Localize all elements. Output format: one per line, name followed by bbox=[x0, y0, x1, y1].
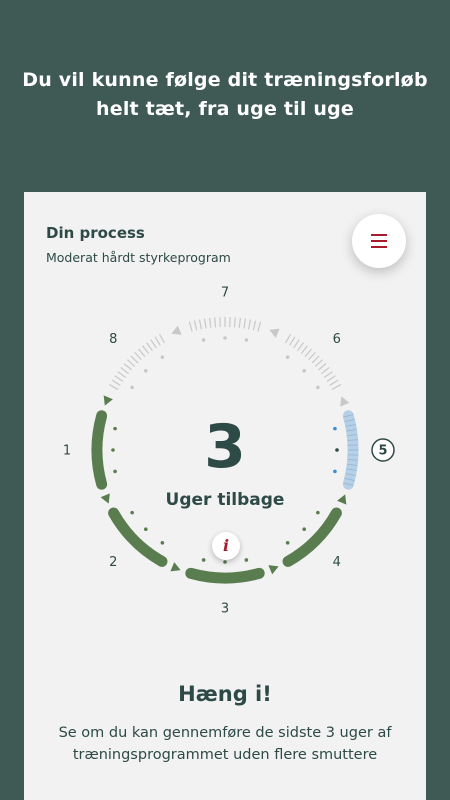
week-marker-arrow bbox=[171, 325, 182, 335]
week-segment-tick bbox=[293, 339, 300, 349]
week-segment-completed bbox=[185, 567, 265, 584]
headline-line-1: Du vil kunne følge dit træningsforløb bbox=[22, 69, 428, 91]
week-segment-completed bbox=[108, 507, 168, 567]
week-marker-arrow bbox=[170, 562, 181, 572]
day-dot bbox=[160, 355, 165, 359]
day-dot bbox=[302, 527, 306, 531]
headline-line-2: helt tæt, fra uge til uge bbox=[96, 98, 354, 120]
week-segment-tick bbox=[126, 359, 136, 367]
week-segment-tick bbox=[243, 318, 247, 329]
motivation-title: Hæng i! bbox=[178, 682, 272, 706]
week-segment-tick bbox=[304, 348, 312, 357]
week-segment-tick bbox=[248, 319, 252, 330]
week-segment-tick bbox=[326, 375, 336, 382]
weeks-left-label: Uger tilbage bbox=[165, 490, 285, 510]
day-dot bbox=[223, 560, 227, 564]
day-dot bbox=[201, 338, 206, 342]
week-segment-tick bbox=[123, 363, 132, 371]
week-segment-tick bbox=[209, 317, 212, 328]
day-dot bbox=[144, 369, 148, 373]
day-dot bbox=[144, 527, 148, 531]
week-segment-tick bbox=[138, 348, 146, 357]
week-label: 8 bbox=[109, 332, 117, 347]
day-dot bbox=[130, 510, 134, 515]
week-label: 6 bbox=[333, 332, 341, 347]
day-dot bbox=[302, 369, 306, 373]
week-segment-tick bbox=[285, 333, 292, 344]
week-segment-tick bbox=[318, 363, 327, 371]
day-dot bbox=[285, 541, 290, 545]
week-label: 4 bbox=[333, 555, 341, 570]
week-label: 7 bbox=[221, 286, 229, 301]
week-segment-tick bbox=[108, 383, 119, 390]
week-segment-tick bbox=[323, 371, 333, 378]
week-segment-completed bbox=[282, 507, 342, 567]
week-segment-tick bbox=[146, 342, 153, 352]
day-dot bbox=[160, 541, 165, 545]
day-dot bbox=[285, 355, 290, 359]
week-segment-tick bbox=[311, 355, 320, 364]
week-segment-tick bbox=[252, 320, 257, 331]
week-segment-tick bbox=[198, 319, 202, 330]
week-segment-tick bbox=[300, 345, 309, 354]
week-marker-arrow bbox=[340, 396, 350, 407]
week-segment-tick bbox=[158, 333, 165, 344]
weeks-left-number: 3 bbox=[204, 412, 246, 482]
week-label: 2 bbox=[109, 555, 117, 570]
day-dot bbox=[201, 558, 206, 562]
process-card: Din process Moderat hårdt styrkeprogram … bbox=[24, 192, 426, 800]
day-dot bbox=[130, 385, 134, 390]
week-segment-tick bbox=[141, 345, 150, 354]
week-marker-arrow bbox=[103, 395, 113, 406]
info-icon[interactable]: i bbox=[212, 532, 240, 560]
week-segment-tick bbox=[289, 336, 296, 346]
motivation-text: Se om du kan gennemføre de sidste 3 uger… bbox=[58, 725, 392, 763]
headline: Du vil kunne følge dit træningsforløb he… bbox=[0, 66, 450, 124]
week-segment-tick bbox=[238, 317, 241, 328]
week-segment-tick bbox=[321, 366, 330, 375]
week-segment-tick bbox=[111, 379, 121, 386]
week-marker-arrow bbox=[269, 328, 280, 338]
day-dot bbox=[223, 336, 227, 340]
day-dot bbox=[244, 338, 249, 342]
week-segment-tick bbox=[188, 321, 193, 332]
week-segment-tick bbox=[257, 321, 262, 332]
week-segment-tick bbox=[114, 375, 124, 382]
week-segment-tick bbox=[193, 320, 198, 331]
week-segment-tick bbox=[154, 336, 161, 346]
day-dot bbox=[244, 558, 249, 562]
week-segment-tick bbox=[314, 359, 324, 367]
day-dot bbox=[316, 385, 320, 390]
week-segment-tick bbox=[233, 317, 236, 328]
week-segment-tick bbox=[130, 355, 139, 364]
week-segment-tick bbox=[120, 366, 129, 375]
week-marker-arrow bbox=[268, 565, 279, 575]
week-segment-tick bbox=[331, 383, 342, 390]
day-dot bbox=[316, 510, 320, 515]
week-segment-tick bbox=[150, 339, 157, 349]
week-segment-tick bbox=[117, 371, 127, 378]
week-segment-tick bbox=[297, 342, 304, 352]
week-segment-tick bbox=[134, 351, 142, 361]
week-segment-tick bbox=[329, 379, 339, 386]
week-label: 3 bbox=[221, 602, 229, 617]
week-segment-tick bbox=[203, 318, 207, 329]
week-segment-tick bbox=[308, 351, 316, 361]
week-segment-tick bbox=[214, 317, 217, 328]
